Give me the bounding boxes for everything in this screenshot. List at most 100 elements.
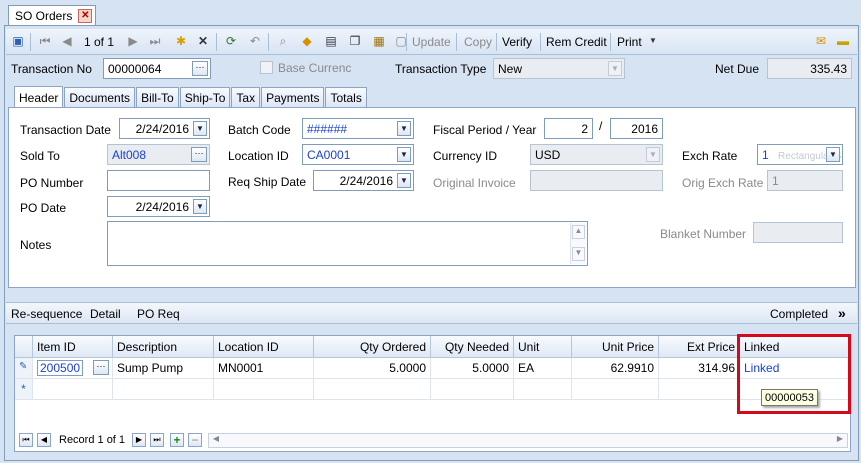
new-record-icon[interactable]: ✱ bbox=[174, 34, 188, 48]
form-icon[interactable]: ▤ bbox=[324, 34, 338, 48]
tab-totals[interactable]: Totals bbox=[325, 87, 367, 108]
chevron-down-icon[interactable]: ▼ bbox=[397, 173, 411, 188]
column-header-qty-needed[interactable]: Qty Needed bbox=[431, 336, 514, 358]
column-header-qty-ordered[interactable]: Qty Ordered bbox=[314, 336, 431, 358]
transaction-type-select[interactable]: New ▼ bbox=[493, 58, 625, 79]
new-row-cell[interactable] bbox=[659, 379, 740, 400]
transaction-date-field[interactable]: 2/24/2016 ▼ bbox=[119, 118, 210, 139]
tab-bill-to[interactable]: Bill-To bbox=[136, 87, 179, 108]
copy-button[interactable]: Copy bbox=[464, 35, 492, 49]
so-orders-tab[interactable]: SO Orders ✕ bbox=[8, 5, 96, 26]
notes-scrollbar[interactable]: ▲ ▼ bbox=[570, 223, 586, 264]
first-record-icon[interactable]: ⏮ bbox=[19, 433, 33, 447]
new-row-cell[interactable] bbox=[514, 379, 572, 400]
add-row-icon[interactable]: + bbox=[170, 433, 184, 447]
next-record-icon[interactable]: ▶ bbox=[126, 34, 140, 48]
chevron-down-icon[interactable]: ▼ bbox=[193, 121, 207, 136]
column-header-description[interactable]: Description bbox=[113, 336, 214, 358]
completed-button[interactable]: Completed bbox=[770, 307, 828, 321]
tab-documents[interactable]: Documents bbox=[64, 87, 136, 108]
sold-to-field[interactable]: Alt008 ··· bbox=[107, 144, 210, 165]
tab-tax[interactable]: Tax bbox=[231, 87, 261, 108]
po-req-button[interactable]: PO Req bbox=[137, 307, 180, 321]
tab-header[interactable]: Header bbox=[14, 86, 64, 108]
last-record-icon[interactable]: ⏭ bbox=[148, 34, 162, 48]
first-record-icon[interactable]: ⏮ bbox=[38, 34, 52, 48]
po-number-field[interactable] bbox=[107, 170, 210, 191]
delete-icon[interactable]: ✕ bbox=[196, 34, 210, 48]
lookup-icon[interactable]: ··· bbox=[191, 147, 207, 162]
chevron-down-icon[interactable]: ▼ bbox=[608, 61, 622, 76]
ext-price-cell[interactable]: 314.96 bbox=[659, 358, 740, 379]
refresh-icon[interactable]: ⟳ bbox=[224, 34, 238, 48]
paste-icon[interactable]: ▦ bbox=[372, 34, 386, 48]
print-button[interactable]: Print bbox=[617, 35, 642, 49]
scroll-up-icon[interactable]: ▲ bbox=[572, 225, 585, 239]
description-cell[interactable]: Sump Pump bbox=[113, 358, 214, 379]
chevron-down-icon[interactable]: ▼ bbox=[826, 147, 840, 162]
exch-rate-select[interactable]: 1 Rectangular Sn ▼ bbox=[757, 144, 843, 165]
verify-button[interactable]: Verify bbox=[502, 35, 532, 49]
column-header-unit-price[interactable]: Unit Price bbox=[572, 336, 659, 358]
undo-icon[interactable]: ↶ bbox=[248, 34, 262, 48]
fiscal-period-field[interactable]: 2 bbox=[544, 118, 593, 139]
scroll-right-icon[interactable]: ▶ bbox=[834, 434, 846, 447]
base-currency-checkbox[interactable] bbox=[260, 61, 273, 74]
column-header-item-id[interactable]: Item ID bbox=[33, 336, 113, 358]
lookup-icon[interactable]: ··· bbox=[192, 61, 208, 76]
chevron-down-icon[interactable]: ▼ bbox=[397, 147, 411, 162]
preview-icon[interactable]: ⌕ bbox=[276, 34, 290, 48]
chevron-down-icon[interactable]: ▼ bbox=[397, 121, 411, 136]
previous-record-icon[interactable]: ◀ bbox=[60, 34, 74, 48]
new-row-cell[interactable] bbox=[113, 379, 214, 400]
qty-needed-cell[interactable]: 5.0000 bbox=[431, 358, 514, 379]
mail-icon[interactable]: ✉ bbox=[814, 34, 828, 48]
tab-ship-to[interactable]: Ship-To bbox=[179, 87, 231, 108]
update-button[interactable]: Update bbox=[412, 35, 451, 49]
transaction-no-field[interactable]: 00000064 ··· bbox=[103, 58, 211, 79]
save-icon[interactable]: ▣ bbox=[11, 34, 25, 48]
new-row-cell[interactable] bbox=[572, 379, 659, 400]
chevron-down-icon[interactable]: ▼ bbox=[646, 147, 660, 162]
next-record-icon[interactable]: ▶ bbox=[132, 433, 146, 447]
find-icon[interactable]: ◆ bbox=[300, 34, 314, 48]
location-id-cell[interactable]: MN0001 bbox=[214, 358, 314, 379]
resequence-button[interactable]: Re-sequence bbox=[11, 307, 82, 321]
print-dropdown-icon[interactable]: ▼ bbox=[646, 34, 660, 48]
batch-code-select[interactable]: ###### ▼ bbox=[302, 118, 414, 139]
scroll-down-icon[interactable]: ▼ bbox=[572, 247, 585, 261]
detail-button[interactable]: Detail bbox=[90, 307, 121, 321]
chevron-down-icon[interactable]: ▼ bbox=[193, 199, 207, 214]
item-id-cell[interactable]: 200500 ··· bbox=[33, 358, 113, 379]
copy-icon[interactable]: ❐ bbox=[348, 34, 362, 48]
sticky-note-icon[interactable]: ▬ bbox=[836, 34, 850, 48]
previous-record-icon[interactable]: ◀ bbox=[37, 433, 51, 447]
remove-row-icon[interactable]: − bbox=[188, 433, 202, 447]
column-header-ext-price[interactable]: Ext Price bbox=[659, 336, 740, 358]
double-chevron-right-icon[interactable]: » bbox=[838, 305, 846, 321]
item-id-value[interactable]: 200500 bbox=[37, 360, 84, 376]
column-header-location-id[interactable]: Location ID bbox=[214, 336, 314, 358]
scroll-left-icon[interactable]: ◀ bbox=[210, 434, 222, 447]
currency-id-value: USD bbox=[535, 148, 561, 162]
new-row-cell[interactable] bbox=[33, 379, 113, 400]
tab-payments[interactable]: Payments bbox=[261, 87, 325, 108]
po-date-field[interactable]: 2/24/2016 ▼ bbox=[107, 196, 210, 217]
new-row-cell[interactable] bbox=[431, 379, 514, 400]
new-row-cell[interactable] bbox=[314, 379, 431, 400]
column-header-unit[interactable]: Unit bbox=[514, 336, 572, 358]
rem-credit-button[interactable]: Rem Credit bbox=[546, 35, 607, 49]
unit-cell[interactable]: EA bbox=[514, 358, 572, 379]
horizontal-scrollbar[interactable]: ◀ ▶ bbox=[208, 433, 848, 448]
last-record-icon[interactable]: ⏭ bbox=[150, 433, 164, 447]
unit-price-cell[interactable]: 62.9910 bbox=[572, 358, 659, 379]
lookup-icon[interactable]: ··· bbox=[93, 360, 109, 375]
close-icon[interactable]: ✕ bbox=[78, 9, 93, 23]
new-row-cell[interactable] bbox=[214, 379, 314, 400]
qty-ordered-cell[interactable]: 5.0000 bbox=[314, 358, 431, 379]
fiscal-year-field[interactable]: 2016 bbox=[610, 118, 663, 139]
currency-id-select[interactable]: USD ▼ bbox=[530, 144, 663, 165]
location-id-select[interactable]: CA0001 ▼ bbox=[302, 144, 414, 165]
req-ship-date-field[interactable]: 2/24/2016 ▼ bbox=[313, 170, 414, 191]
notes-textarea[interactable]: ▲ ▼ bbox=[107, 221, 588, 266]
